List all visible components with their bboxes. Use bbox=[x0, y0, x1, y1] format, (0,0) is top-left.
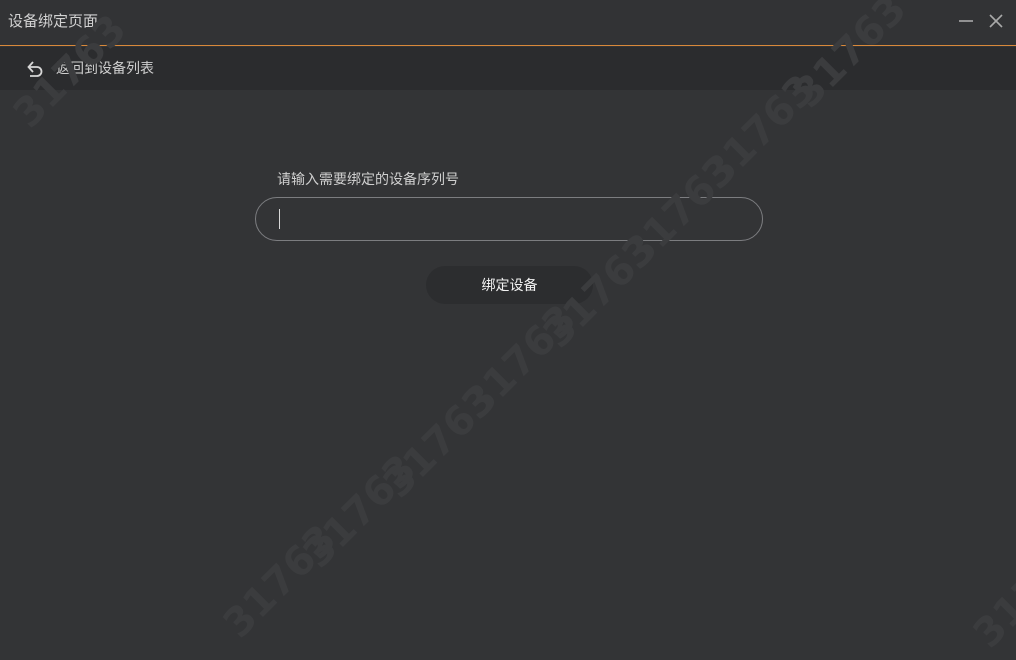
watermark-text: 31763 bbox=[215, 516, 346, 647]
watermark-text: 31763 bbox=[455, 296, 586, 427]
title-bar: 设备绑定页面 bbox=[0, 0, 1016, 46]
back-link-label: 返回到设备列表 bbox=[56, 61, 154, 77]
watermark-overlay: 31763 31763 31763 31763 31763 31763 3176… bbox=[5, 0, 1016, 657]
minimize-icon bbox=[959, 20, 973, 22]
serial-number-label: 请输入需要绑定的设备序列号 bbox=[277, 172, 459, 188]
minimize-button[interactable] bbox=[955, 10, 977, 32]
watermark-text: 31763 bbox=[375, 376, 506, 507]
close-button[interactable] bbox=[985, 10, 1007, 32]
bind-device-button[interactable]: 绑定设备 bbox=[426, 266, 593, 304]
window-title: 设备绑定页面 bbox=[8, 12, 99, 30]
serial-number-input[interactable] bbox=[255, 197, 763, 241]
text-caret bbox=[279, 209, 280, 229]
close-icon bbox=[989, 14, 1003, 28]
watermark-text: 31763 bbox=[965, 526, 1016, 657]
back-to-device-list-link[interactable]: 返回到设备列表 bbox=[24, 58, 154, 80]
navigation-bar: 返回到设备列表 bbox=[0, 47, 1016, 90]
undo-arrow-icon bbox=[27, 61, 43, 77]
watermark-text: 31763 bbox=[295, 446, 426, 577]
